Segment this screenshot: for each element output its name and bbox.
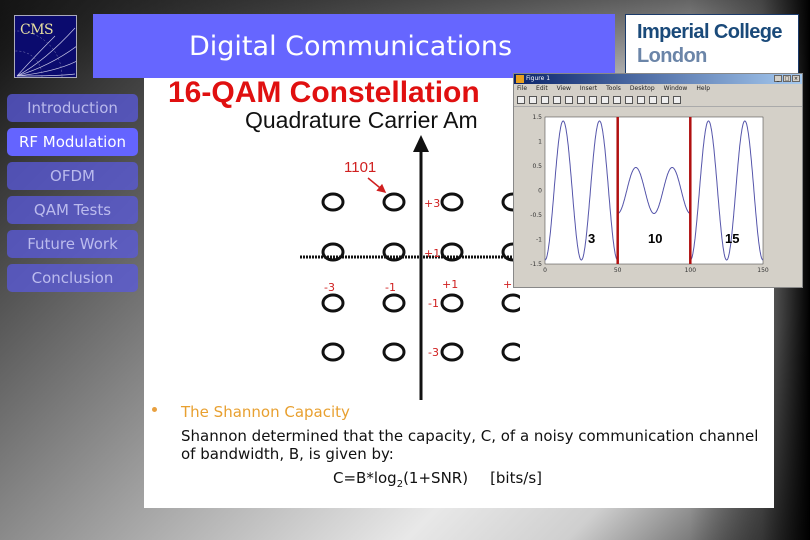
print-icon[interactable] — [553, 95, 561, 104]
pointer-icon[interactable] — [565, 95, 573, 104]
rotate-icon[interactable] — [613, 95, 621, 104]
legend-icon[interactable] — [649, 95, 657, 104]
maximize-icon[interactable]: □ — [783, 75, 791, 82]
show-plot-tools-icon[interactable] — [673, 95, 681, 104]
bullet-body: Shannon determined that the capacity, C,… — [181, 427, 759, 463]
cms-logo: CMS — [14, 15, 77, 78]
constellation-point — [382, 342, 406, 362]
nav-item-ofdm[interactable]: OFDM — [7, 162, 138, 190]
x-label: +1 — [442, 278, 458, 291]
constellation-point — [321, 342, 345, 362]
zoom-out-icon[interactable] — [589, 95, 597, 104]
constellation-point — [321, 293, 345, 313]
y-label: -1 — [428, 297, 439, 310]
y-label: +1 — [424, 247, 440, 260]
segment-label: 3 — [588, 231, 595, 246]
x-tick-label: 0 — [543, 267, 547, 274]
menu-tools[interactable]: Tools — [606, 84, 621, 93]
y-label: +3 — [424, 197, 440, 210]
nav-item-future-work[interactable]: Future Work — [7, 230, 138, 258]
constellation-point — [501, 342, 520, 362]
x-label: -1 — [385, 281, 396, 294]
x-tick-label: 150 — [757, 267, 769, 274]
menu-help[interactable]: Help — [696, 84, 710, 93]
nav-item-conclusion[interactable]: Conclusion — [7, 264, 138, 292]
formula-tail: (1+SNR) — [403, 469, 469, 487]
matlab-figure-window[interactable]: Figure 1 _ □ × File Edit View Insert Too… — [513, 73, 803, 288]
figure-toolbar — [514, 93, 802, 107]
annotation-arrow-icon — [367, 177, 387, 193]
constellation-point — [440, 293, 464, 313]
logo-line-2: London — [637, 45, 707, 67]
menu-window[interactable]: Window — [664, 84, 688, 93]
menu-desktop[interactable]: Desktop — [630, 84, 655, 93]
nav-item-qam-tests[interactable]: QAM Tests — [7, 196, 138, 224]
constellation-point — [321, 192, 345, 212]
nav-item-introduction[interactable]: Introduction — [7, 94, 138, 122]
constellation-point — [440, 342, 464, 362]
bullet-heading: The Shannon Capacity — [181, 403, 350, 421]
zoom-in-icon[interactable] — [577, 95, 585, 104]
nav-item-rf-modulation[interactable]: RF Modulation — [7, 128, 138, 156]
save-icon[interactable] — [541, 95, 549, 104]
menu-file[interactable]: File — [517, 84, 527, 93]
segment-label: 10 — [648, 231, 662, 246]
bullet-icon — [152, 407, 157, 412]
shannon-formula: C=B*log2(1+SNR) [bits/s] — [333, 469, 542, 490]
x-label: -3 — [324, 281, 335, 294]
page-title: Digital Communications — [189, 31, 513, 62]
formula-main: C=B*log — [333, 469, 397, 487]
menu-insert[interactable]: Insert — [580, 84, 597, 93]
x-tick-label: 100 — [685, 267, 697, 274]
q-axis-arrow-icon — [413, 135, 429, 152]
y-tick-label: 1.5 — [532, 114, 542, 121]
matlab-icon — [516, 75, 524, 83]
y-tick-label: 1 — [538, 139, 542, 146]
constellation-point — [440, 242, 464, 262]
constellation-diagram: 1101 -3 -1 +1 +3 +3 +1 -1 -3 — [300, 135, 520, 400]
constellation-point — [382, 293, 406, 313]
menu-view[interactable]: View — [557, 84, 571, 93]
constellation-point — [440, 192, 464, 212]
title-bar: Digital Communications — [93, 14, 615, 78]
hide-plot-tools-icon[interactable] — [661, 95, 669, 104]
figure-menubar: File Edit View Insert Tools Desktop Wind… — [514, 84, 802, 93]
y-tick-label: 0 — [538, 188, 542, 195]
figure-titlebar[interactable]: Figure 1 _ □ × — [514, 74, 802, 84]
cms-track-lines-icon — [15, 27, 76, 77]
open-folder-icon[interactable] — [529, 95, 537, 104]
figure-title: Figure 1 — [526, 75, 551, 82]
segment-label: 15 — [725, 231, 739, 246]
y-tick-label: -1 — [536, 237, 542, 244]
constellation-point — [382, 192, 406, 212]
minimize-icon[interactable]: _ — [774, 75, 782, 82]
constellation-point — [501, 293, 520, 313]
diagram-title: 16-QAM Constellation — [168, 76, 480, 109]
colorbar-icon[interactable] — [637, 95, 645, 104]
data-cursor-icon[interactable] — [625, 95, 633, 104]
x-tick-label: 50 — [614, 267, 622, 274]
y-tick-label: -0.5 — [530, 212, 542, 219]
close-icon[interactable]: × — [792, 75, 800, 82]
formula-units: [bits/s] — [490, 469, 543, 487]
pan-icon[interactable] — [601, 95, 609, 104]
y-tick-label: -1.5 — [530, 261, 542, 268]
menu-edit[interactable]: Edit — [536, 84, 548, 93]
new-file-icon[interactable] — [517, 95, 525, 104]
y-label: -3 — [428, 346, 439, 359]
y-tick-label: 0.5 — [532, 163, 542, 170]
logo-line-1: Imperial College — [637, 21, 783, 43]
imperial-college-logo: Imperial College London — [625, 14, 799, 74]
annotation-label: 1101 — [344, 159, 376, 176]
waveform-plot: 1.5 1 0.5 0 -0.5 -1 -1.5 0 50 100 150 3 10 15 — [530, 114, 769, 274]
